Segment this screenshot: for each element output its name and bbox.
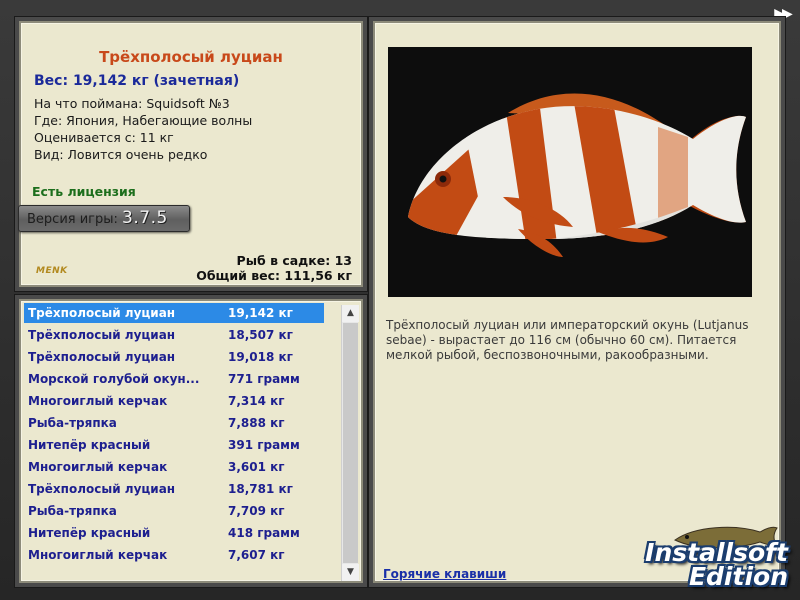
catch-fish-name: Трёхполосый луциан xyxy=(28,350,176,364)
cage-count: Рыб в садке: 13 xyxy=(236,253,352,268)
catch-fish-weight: 418 грамм xyxy=(228,526,300,540)
catch-fish-name: Трёхполосый луциан xyxy=(28,328,176,342)
catch-fish-weight: 7,314 кг xyxy=(228,394,285,408)
license-status: Есть лицензия xyxy=(32,184,136,199)
game-version-badge: Версия игры: 3.7.5 xyxy=(18,205,190,232)
catch-list-row[interactable]: Многоиглый керчак 3,601 кг xyxy=(24,457,324,477)
fish-weight: Вес: 19,142 кг (зачетная) xyxy=(34,73,240,89)
catch-list-row[interactable]: Трёхполосый луциан 18,507 кг xyxy=(24,325,324,345)
chevron-down-icon: ▼ xyxy=(347,567,354,577)
catch-fish-name: Многоиглый керчак xyxy=(28,394,168,408)
catch-fish-weight: 771 грамм xyxy=(228,372,300,386)
catch-list-row[interactable]: Нитепёр красный 391 грамм xyxy=(24,435,324,455)
catch-fish-name: Трёхполосый луциан xyxy=(28,306,176,320)
catch-list-row[interactable]: Рыба-тряпка 7,888 кг xyxy=(24,413,324,433)
rarity-info: Вид: Ловится очень редко xyxy=(34,147,208,162)
version-label: Версия игры: xyxy=(27,212,118,227)
version-value: 3.7.5 xyxy=(122,208,168,228)
fish-name: Трёхполосый луциан xyxy=(99,48,283,66)
bait-info: На что поймана: Squidsoft №3 xyxy=(34,96,230,111)
catch-fish-name: Трёхполосый луциан xyxy=(28,482,176,496)
catch-fish-name: Нитепёр красный xyxy=(28,438,151,452)
catch-fish-weight: 18,781 кг xyxy=(228,482,293,496)
catch-list-row[interactable]: Многоиглый керчак 7,607 кг xyxy=(24,545,324,565)
catch-fish-weight: 19,142 кг xyxy=(228,306,293,320)
catch-list-row[interactable]: Нитепёр красный 418 грамм xyxy=(24,523,324,543)
list-scrollbar[interactable]: ▲ ▼ xyxy=(341,305,359,581)
catch-fish-weight: 18,507 кг xyxy=(228,328,293,342)
cage-total-weight: Общий вес: 111,56 кг xyxy=(196,268,352,283)
catch-fish-name: Нитепёр красный xyxy=(28,526,151,540)
rated-from-info: Оценивается с: 11 кг xyxy=(34,130,174,145)
catch-list: Трёхполосый луциан 19,142 кг Трёхполосый л… xyxy=(22,303,342,581)
small-logo: MENK xyxy=(36,266,68,276)
catch-list-row[interactable]: Рыба-тряпка 7,709 кг xyxy=(24,501,324,521)
installsoft-watermark: Installsoft Edition xyxy=(640,516,800,596)
scroll-track[interactable] xyxy=(343,323,358,563)
catch-fish-name: Многоиглый керчак xyxy=(28,460,168,474)
scroll-down-button[interactable]: ▼ xyxy=(342,564,359,581)
fish-photo xyxy=(388,47,752,297)
fish-card-panel: Трёхполосый луциан или императорский оку… xyxy=(373,21,781,583)
fish-description: Трёхполосый луциан или императорский оку… xyxy=(386,318,749,362)
catch-list-row[interactable]: Трёхполосый луциан 19,018 кг xyxy=(24,347,324,367)
catch-fish-weight: 19,018 кг xyxy=(228,350,293,364)
catch-fish-weight: 7,607 кг xyxy=(228,548,285,562)
catch-list-row[interactable]: Многоиглый керчак 7,314 кг xyxy=(24,391,324,411)
catch-list-panel: Трёхполосый луциан 19,142 кг Трёхполосый л… xyxy=(19,299,363,583)
scroll-up-button[interactable]: ▲ xyxy=(342,305,359,322)
hotkeys-link[interactable]: Горячие клавиши xyxy=(383,567,506,581)
location-info: Где: Япония, Набегающие волны xyxy=(34,113,253,128)
catch-fish-weight: 3,601 кг xyxy=(228,460,285,474)
catch-list-row[interactable]: Морской голубой окун... 771 грамм xyxy=(24,369,324,389)
catch-fish-name: Многоиглый керчак xyxy=(28,548,168,562)
catch-fish-name: Рыба-тряпка xyxy=(28,416,117,430)
catch-info-panel: Трёхполосый луциан Вес: 19,142 кг (зачет… xyxy=(18,21,363,287)
fish-illustration xyxy=(388,47,752,297)
catch-fish-weight: 391 грамм xyxy=(228,438,300,452)
catch-fish-name: Рыба-тряпка xyxy=(28,504,117,518)
watermark-line2: Edition xyxy=(688,562,788,591)
catch-fish-name: Морской голубой окун... xyxy=(28,372,200,386)
catch-list-row[interactable]: Трёхполосый луциан 18,781 кг xyxy=(24,479,324,499)
catch-list-row[interactable]: Трёхполосый луциан 19,142 кг xyxy=(24,303,324,323)
catch-fish-weight: 7,888 кг xyxy=(228,416,285,430)
catch-fish-weight: 7,709 кг xyxy=(228,504,285,518)
cage-stats: Рыб в садке: 13 Общий вес: 111,56 кг xyxy=(196,253,352,283)
chevron-up-icon: ▲ xyxy=(347,308,354,318)
